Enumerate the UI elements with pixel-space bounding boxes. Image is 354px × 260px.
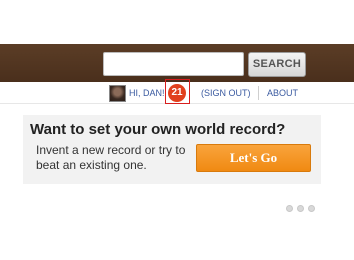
promo-title: Want to set your own world record?: [30, 121, 286, 138]
notification-badge[interactable]: 21: [168, 84, 186, 102]
about-link[interactable]: ABOUT: [267, 88, 298, 98]
search-button[interactable]: SEARCH: [248, 52, 306, 77]
lets-go-button[interactable]: Let's Go: [196, 144, 311, 172]
search-input[interactable]: [103, 52, 244, 76]
nav-divider: [258, 86, 259, 100]
user-greeting[interactable]: HI, DAN!: [129, 88, 165, 98]
carousel-dot[interactable]: [286, 205, 293, 212]
avatar[interactable]: [109, 85, 126, 102]
carousel-dot[interactable]: [308, 205, 315, 212]
promo-text: Invent a new record or try to beat an ex…: [36, 143, 186, 172]
carousel-dot[interactable]: [297, 205, 304, 212]
sign-out-link[interactable]: (SIGN OUT): [201, 88, 251, 98]
